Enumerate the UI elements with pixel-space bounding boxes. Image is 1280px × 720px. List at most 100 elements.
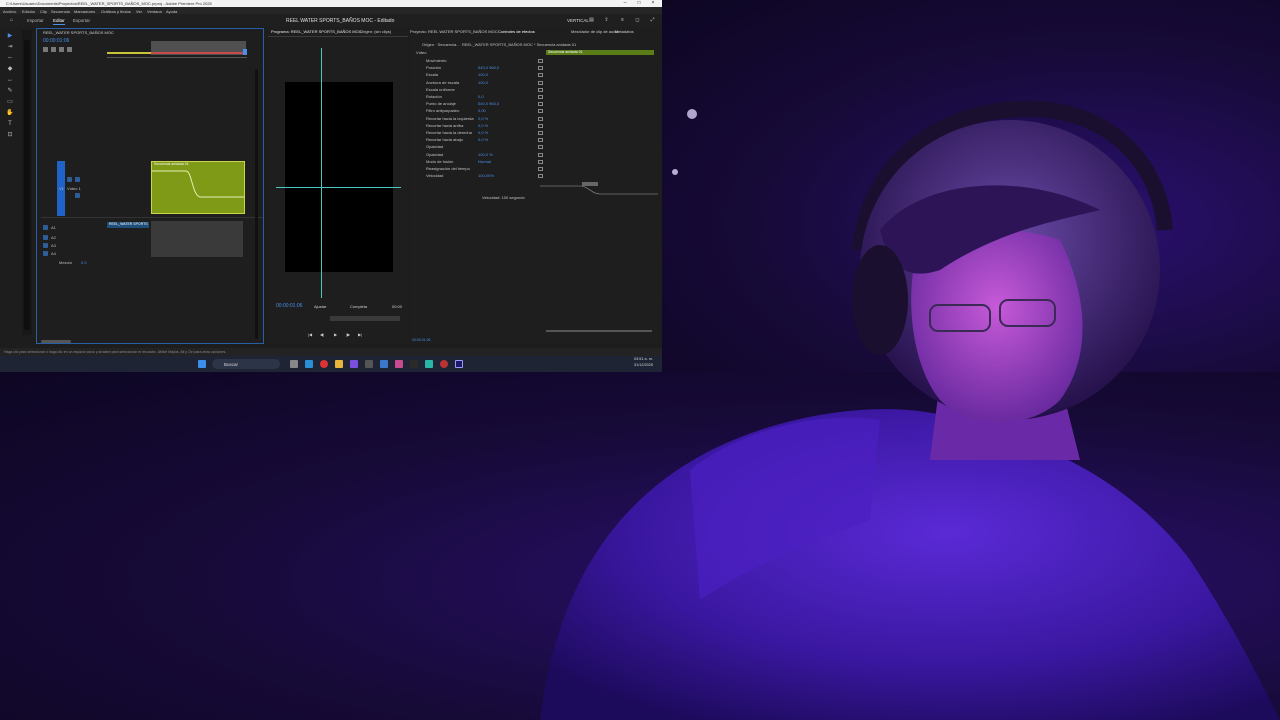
- reset-icon[interactable]: [538, 152, 543, 157]
- app-icon-4[interactable]: [395, 360, 403, 368]
- fx-row-value[interactable]: 0,0 %: [478, 123, 488, 128]
- ripple-edit-icon[interactable]: ⇔: [6, 54, 14, 62]
- play-icon[interactable]: ▶: [334, 332, 337, 337]
- fx-row[interactable]: Anchura de escala 100,0: [410, 80, 660, 87]
- fx-source[interactable]: Origen · Secuencia...: [422, 42, 460, 47]
- menu-clip[interactable]: Clip: [40, 9, 47, 14]
- track-a4-label[interactable]: A4: [51, 251, 56, 256]
- program-tab[interactable]: Programa: REEL_WATER SPORTS_BAÑOS MOC: [271, 29, 362, 34]
- track-a3-label[interactable]: A3: [51, 243, 56, 248]
- fx-row[interactable]: Modo de fusión Normal: [410, 159, 660, 166]
- fx-row-value[interactable]: 0,0 %: [478, 137, 488, 142]
- audio-target-a4[interactable]: [43, 251, 48, 256]
- razor-tool-icon[interactable]: ◆: [6, 65, 14, 73]
- tab-exportar[interactable]: Exportar: [73, 18, 90, 23]
- menu-edicion[interactable]: Edición: [22, 9, 35, 14]
- tab-effect-controls[interactable]: Controles de efectos: [498, 29, 535, 34]
- linked-selection-icon[interactable]: [51, 47, 56, 52]
- track-sync-icon[interactable]: [75, 177, 80, 182]
- pen-tool-icon[interactable]: ✎: [6, 87, 14, 95]
- step-back-icon[interactable]: ◀|: [320, 332, 324, 337]
- track-select-icon[interactable]: ⇥: [6, 43, 14, 51]
- fx-row[interactable]: Filtro antiparpadeo 0,00: [410, 108, 660, 115]
- app-icon-7[interactable]: [440, 360, 448, 368]
- reset-icon[interactable]: [538, 87, 543, 92]
- fx-sequence[interactable]: REEL_WATER SPORTS_BAÑOS MOC * Secuencia …: [462, 42, 576, 47]
- explorer-icon[interactable]: [335, 360, 343, 368]
- fx-row-value[interactable]: 100,0: [478, 80, 488, 85]
- source-tab[interactable]: Origen: (sin clips): [360, 29, 391, 34]
- audio-clip[interactable]: REEL_WATER SPORTS: [107, 222, 149, 228]
- taskbar-search[interactable]: Buscar: [212, 359, 280, 369]
- chrome-icon[interactable]: [320, 360, 328, 368]
- menu-icon[interactable]: ≡: [619, 17, 626, 24]
- maximize-button[interactable]: □: [632, 0, 646, 7]
- fx-hscroll[interactable]: [546, 330, 652, 332]
- track-v1-label[interactable]: V1: [59, 186, 64, 191]
- reset-icon[interactable]: [538, 66, 543, 71]
- fx-row[interactable]: Movimiento: [410, 58, 660, 65]
- work-area-bar[interactable]: [107, 52, 152, 54]
- reset-icon[interactable]: [538, 59, 543, 63]
- menu-graficos[interactable]: Gráficos y títulos: [101, 9, 131, 14]
- go-to-out-icon[interactable]: ▶|: [358, 332, 362, 337]
- program-fit[interactable]: Ajustar: [314, 304, 326, 309]
- home-icon[interactable]: ⌂: [8, 17, 15, 24]
- workspace-name[interactable]: VERTICAL: [567, 18, 589, 23]
- app-icon-5[interactable]: [410, 360, 418, 368]
- task-view-icon[interactable]: [290, 360, 298, 368]
- fx-row[interactable]: Rotación 0,0: [410, 94, 660, 101]
- fx-row[interactable]: Posición 540,0 960,0: [410, 65, 660, 72]
- reset-icon[interactable]: [538, 145, 543, 150]
- reset-icon[interactable]: [538, 109, 543, 114]
- fx-clip-bar[interactable]: Secuencia anidada 01: [546, 50, 654, 55]
- fx-row-value[interactable]: 100,0: [478, 72, 488, 77]
- scrollbar-thumb[interactable]: [24, 40, 30, 330]
- reset-icon[interactable]: [538, 167, 543, 171]
- app-icon-3[interactable]: [380, 360, 388, 368]
- start-icon[interactable]: [198, 360, 206, 368]
- reset-icon[interactable]: [538, 123, 543, 128]
- fx-row[interactable]: Opacidad: [410, 144, 660, 151]
- audio-target-a3[interactable]: [43, 243, 48, 248]
- track-a2-label[interactable]: A2: [51, 235, 56, 240]
- fx-row[interactable]: Recortar hacia la derecha 0,0 %: [410, 130, 660, 137]
- track-a1-label[interactable]: A1: [51, 225, 56, 230]
- track-eye-icon[interactable]: [75, 193, 80, 198]
- rectangle-tool-icon[interactable]: ▭: [6, 98, 14, 106]
- step-forward-icon[interactable]: |▶: [346, 332, 350, 337]
- premiere-icon[interactable]: [455, 360, 463, 368]
- fx-velocity-graph[interactable]: [540, 180, 658, 200]
- fx-row[interactable]: Recortar hacia abajo 0,0 %: [410, 137, 660, 144]
- fx-row[interactable]: Escala uniforme: [410, 87, 660, 94]
- fx-row-value[interactable]: 0,0: [478, 94, 484, 99]
- track-lock-icon[interactable]: [67, 177, 72, 182]
- fx-row-value[interactable]: 100,0 %: [478, 152, 493, 157]
- go-to-in-icon[interactable]: |◀: [308, 332, 312, 337]
- tab-audio-mixer[interactable]: Mezclador de clip de audio: [571, 29, 619, 34]
- menu-ayuda[interactable]: Ayuda: [166, 9, 177, 14]
- add-marker-icon[interactable]: [59, 47, 64, 52]
- fx-row[interactable]: Recortar hacia la izquierda 0,0 %: [410, 116, 660, 123]
- type-tool-icon[interactable]: T: [6, 120, 14, 128]
- fx-row-value[interactable]: 540,0 960,0: [478, 101, 499, 106]
- notification-icon[interactable]: ◻: [634, 17, 641, 24]
- reset-icon[interactable]: [538, 159, 543, 164]
- reset-icon[interactable]: [538, 131, 543, 135]
- close-button[interactable]: ×: [646, 0, 660, 7]
- reset-icon[interactable]: [538, 95, 543, 99]
- reset-icon[interactable]: [538, 116, 543, 121]
- tab-project[interactable]: Proyecto: REEL WATER SPORTS_BAÑOS MOC: [410, 29, 498, 34]
- reset-icon[interactable]: [538, 138, 543, 143]
- tools-scrollbar[interactable]: [22, 30, 32, 335]
- reset-icon[interactable]: [538, 102, 543, 107]
- app-icon-6[interactable]: [425, 360, 433, 368]
- panel-icon[interactable]: ▤: [588, 17, 595, 24]
- timeline-settings-icon[interactable]: [67, 47, 72, 52]
- program-viewer[interactable]: [285, 82, 393, 272]
- fx-row[interactable]: Punto de anclaje 540,0 960,0: [410, 101, 660, 108]
- menu-ventana[interactable]: Ventana: [147, 9, 162, 14]
- reset-icon[interactable]: [538, 73, 543, 78]
- mix-value[interactable]: 0,0: [81, 260, 87, 265]
- fx-row[interactable]: Reasignación del tiempo: [410, 166, 660, 173]
